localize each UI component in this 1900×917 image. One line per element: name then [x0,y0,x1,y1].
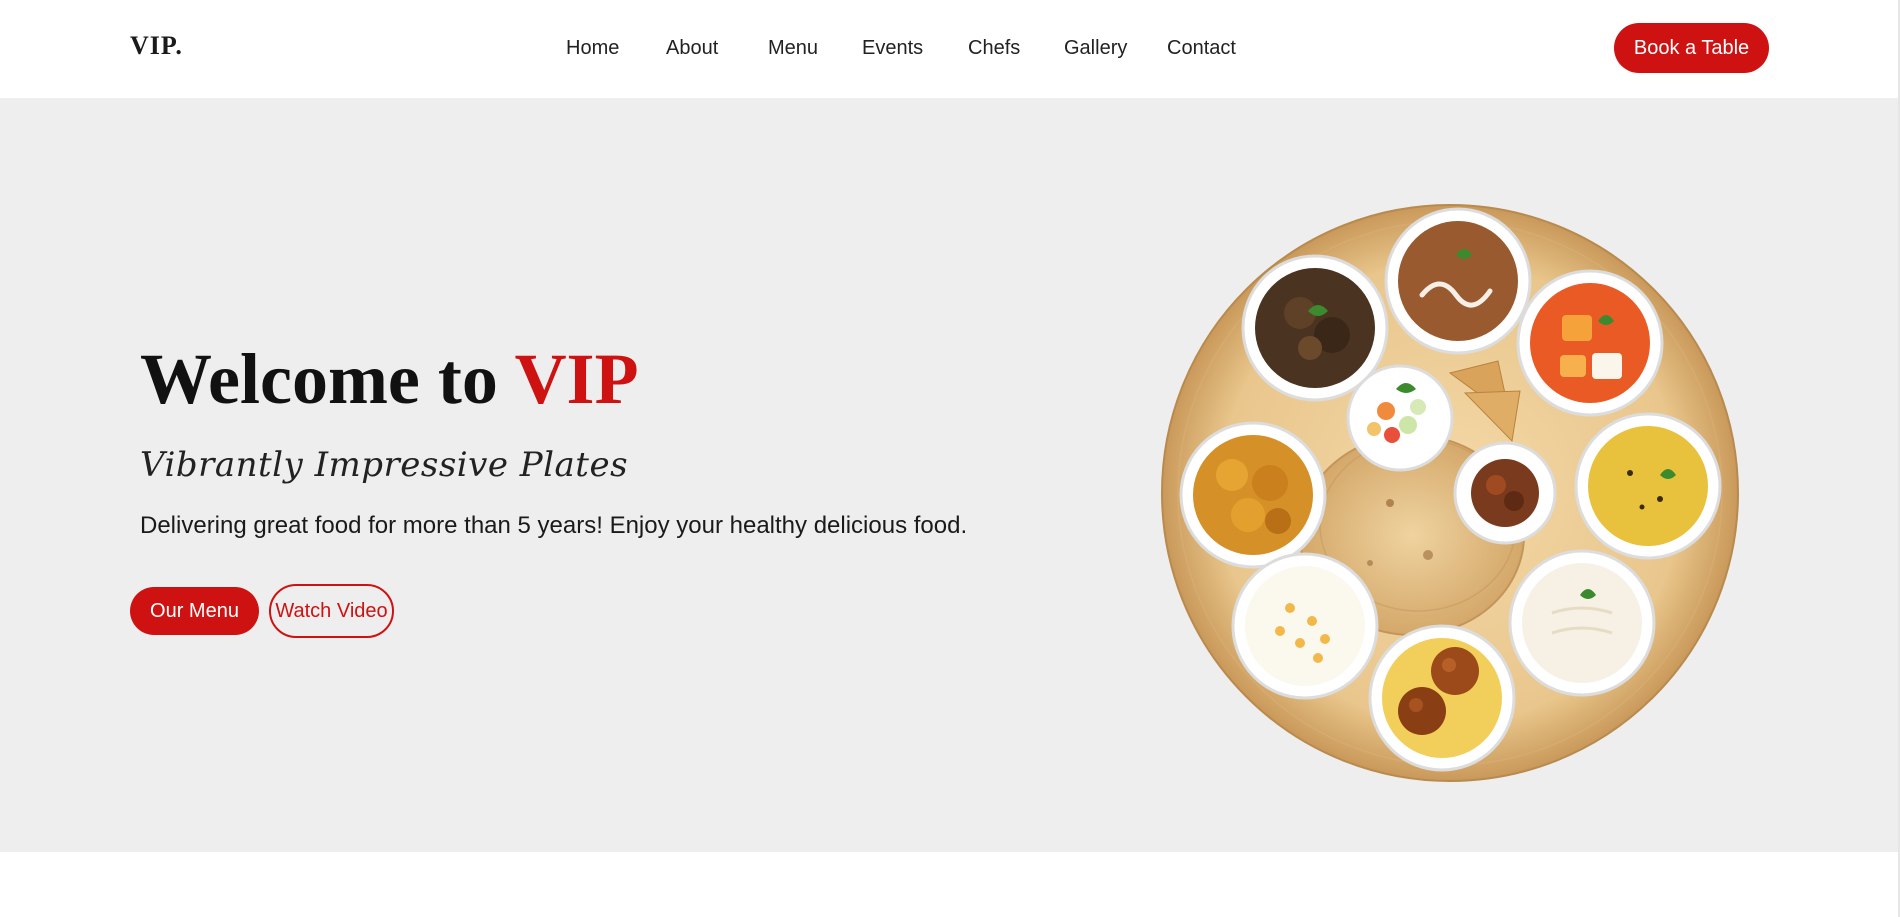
our-menu-button[interactable]: Our Menu [130,587,259,635]
bowl-pickle [1453,441,1557,545]
hero-description: Delivering great food for more than 5 ye… [140,512,968,539]
bowl-salad [1346,364,1454,472]
hero-title: Welcome to VIP [140,343,639,415]
nav-contact[interactable]: Contact [1167,37,1236,60]
book-a-table-button[interactable]: Book a Table [1614,23,1769,73]
hero-title-prefix: Welcome to [140,339,515,419]
watch-video-button[interactable]: Watch Video [269,584,394,638]
nav-chefs[interactable]: Chefs [968,37,1020,60]
nav-about[interactable]: About [666,37,718,60]
nav-home[interactable]: Home [566,37,619,60]
bowl-dal-makhani [1384,207,1532,355]
bowl-gulab-jamun [1368,624,1516,772]
nav-menu[interactable]: Menu [768,37,818,60]
nav-events[interactable]: Events [862,37,923,60]
bowl-paneer-curry [1516,269,1664,417]
site-header: VIP. Home About Menu Events Chefs Galler… [0,0,1900,98]
hero-section: Welcome to VIP Vibrantly Impressive Plat… [0,98,1900,852]
hero-title-accent: VIP [514,339,639,419]
bowl-rice [1508,549,1656,697]
bowl-gobi [1179,421,1327,569]
bowl-raita [1231,552,1379,700]
site-logo[interactable]: VIP. [130,31,183,61]
nav-gallery[interactable]: Gallery [1064,37,1127,60]
hero-subtitle: Vibrantly Impressive Plates [140,445,629,485]
bowl-yellow-dal [1574,412,1722,560]
thali-platter-image [1161,204,1739,782]
